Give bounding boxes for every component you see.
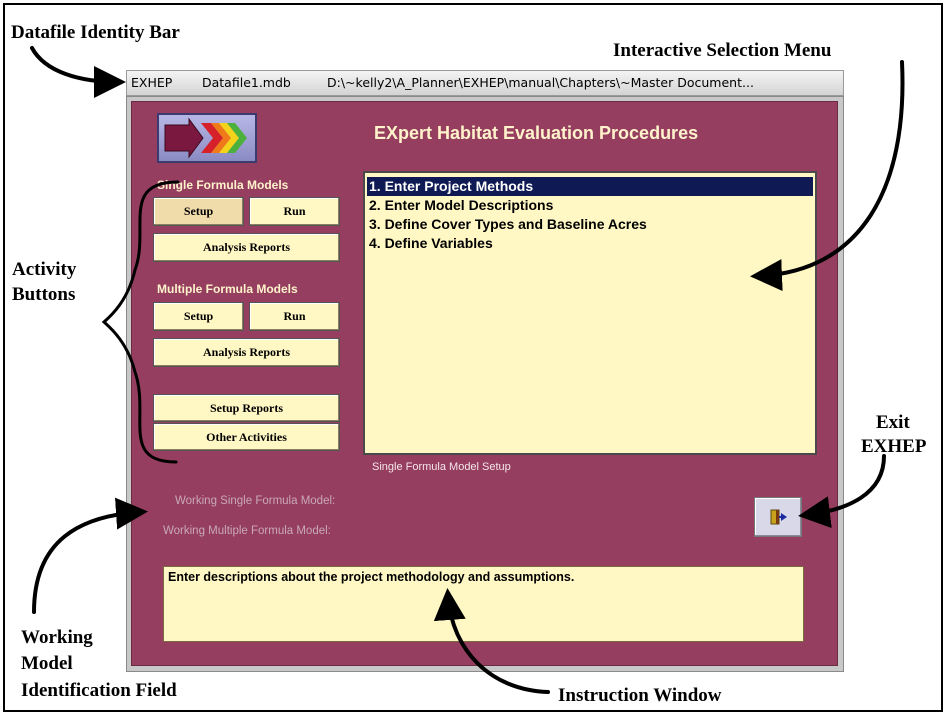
setup-reports-button[interactable]: Setup Reports xyxy=(153,394,340,422)
other-activities-button[interactable]: Other Activities xyxy=(153,423,340,451)
menu-item-enter-model-descriptions[interactable]: 2. Enter Model Descriptions xyxy=(367,196,813,215)
callout-model-label: Model xyxy=(21,653,73,674)
callout-identification-field-label: Identification Field xyxy=(21,680,177,701)
exit-button[interactable] xyxy=(754,497,802,537)
exit-door-icon xyxy=(770,509,787,525)
interactive-selection-menu[interactable]: 1. Enter Project Methods 2. Enter Model … xyxy=(363,171,817,455)
callout-datafile-identity-bar: Datafile Identity Bar xyxy=(11,22,180,43)
callout-buttons-label: Buttons xyxy=(12,284,76,305)
menu-item-define-cover-types[interactable]: 3. Define Cover Types and Baseline Acres xyxy=(367,215,813,234)
callout-exhep-label: EXHEP xyxy=(861,436,927,457)
colored-arrows-logo xyxy=(157,113,257,163)
multiple-setup-button[interactable]: Setup xyxy=(153,302,244,331)
status-text: Single Formula Model Setup xyxy=(372,461,511,473)
multiple-formula-models-label: Multiple Formula Models xyxy=(157,282,298,296)
single-analysis-reports-button[interactable]: Analysis Reports xyxy=(153,233,340,262)
instruction-window: Enter descriptions about the project met… xyxy=(163,566,804,642)
callout-exit-label: Exit xyxy=(876,412,910,433)
arrows-logo-icon xyxy=(164,117,247,159)
menu-item-enter-project-methods[interactable]: 1. Enter Project Methods xyxy=(367,177,813,196)
single-setup-button[interactable]: Setup xyxy=(153,197,244,226)
callout-instruction-window: Instruction Window xyxy=(558,685,722,706)
datafile-identity-bar: EXHEP Datafile1.mdb D:\~kelly2\A_Planner… xyxy=(126,70,844,96)
datafile-name: Datafile1.mdb xyxy=(202,75,291,90)
single-run-button[interactable]: Run xyxy=(249,197,340,226)
menu-item-define-variables[interactable]: 4. Define Variables xyxy=(367,234,813,253)
datafile-path: D:\~kelly2\A_Planner\EXHEP\manual\Chapte… xyxy=(327,75,754,90)
callout-interactive-selection-menu: Interactive Selection Menu xyxy=(613,40,832,61)
multiple-analysis-reports-button[interactable]: Analysis Reports xyxy=(153,338,340,367)
working-multiple-formula-model-label: Working Multiple Formula Model: xyxy=(163,525,331,537)
callout-working-label: Working xyxy=(21,627,93,648)
single-formula-models-label: Single Formula Models xyxy=(157,178,289,192)
working-single-formula-model-label: Working Single Formula Model: xyxy=(175,495,336,507)
callout-activity-label: Activity xyxy=(12,259,77,280)
multiple-run-button[interactable]: Run xyxy=(249,302,340,331)
app-name: EXHEP xyxy=(131,75,173,90)
app-title: EXpert Habitat Evaluation Procedures xyxy=(374,123,699,143)
